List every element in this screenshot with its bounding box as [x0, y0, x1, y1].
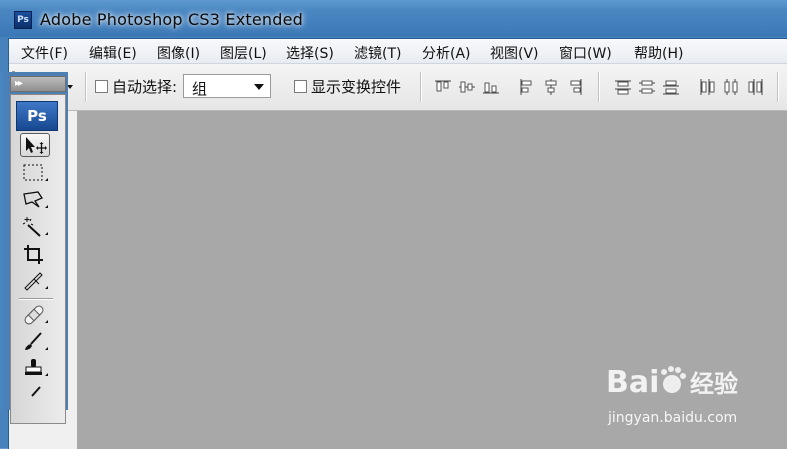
options-bar: 自动选择: 组 显示变换控件 [9, 64, 787, 111]
distribute-bottom-icon[interactable] [661, 77, 681, 97]
magic-wand-tool-button[interactable] [20, 215, 50, 239]
menu-filter[interactable]: 滤镜(T) [354, 43, 401, 63]
stamp-icon [25, 359, 48, 376]
move-tool-button[interactable] [20, 133, 50, 157]
distribute-horizontal-center-icon[interactable] [721, 77, 741, 97]
title-bar[interactable]: Ps Adobe Photoshop CS3 Extended [0, 0, 787, 38]
menu-edit[interactable]: 编辑(E) [89, 43, 137, 63]
baidu-logo-icon: Bai [606, 365, 686, 400]
options-separator [598, 72, 600, 102]
align-top-icon[interactable] [433, 77, 453, 97]
align-horizontal-center-icon[interactable] [541, 77, 561, 97]
crop-icon [24, 245, 43, 264]
photoshop-app-icon[interactable]: Ps [14, 11, 32, 29]
brush-tool-button[interactable] [20, 330, 50, 354]
tools-separator [19, 298, 53, 300]
svg-text:Bai: Bai [606, 365, 659, 400]
auto-select-dropdown[interactable]: 组 [183, 74, 271, 98]
healing-brush-tool-button[interactable] [20, 303, 50, 327]
auto-select-label: 自动选择: [112, 78, 178, 96]
marquee-icon [23, 164, 48, 181]
distribute-top-icon[interactable] [613, 77, 633, 97]
slice-knife-icon [24, 272, 48, 291]
menu-bar: 文件(F) 编辑(E) 图像(I) 图层(L) 选择(S) 滤镜(T) 分析(A… [9, 39, 787, 64]
ps-logo[interactable]: Ps [16, 101, 58, 131]
crop-tool-button[interactable] [20, 242, 50, 266]
options-separator [420, 72, 422, 102]
distribute-right-icon[interactable] [745, 77, 765, 97]
bandage-icon [24, 305, 48, 325]
move-tool-icon [26, 137, 47, 154]
options-separator [85, 72, 87, 102]
history-brush-tool-button[interactable] [20, 383, 50, 407]
collapse-arrows-icon[interactable]: ▸▸ [15, 78, 23, 89]
menu-select[interactable]: 选择(S) [286, 43, 334, 63]
photoshop-window: Ps Adobe Photoshop CS3 Extended 文件(F) 编辑… [0, 0, 787, 449]
jingyan-text: 经验 [690, 370, 738, 398]
align-left-icon[interactable] [517, 77, 537, 97]
window-left-border [0, 72, 2, 410]
lasso-tool-button[interactable] [20, 188, 50, 212]
align-vertical-center-icon[interactable] [457, 77, 477, 97]
menu-analysis[interactable]: 分析(A) [422, 43, 471, 63]
marquee-tool-button[interactable] [20, 161, 50, 185]
menu-view[interactable]: 视图(V) [490, 43, 539, 63]
lasso-icon [23, 191, 48, 208]
align-bottom-icon[interactable] [481, 77, 501, 97]
slice-tool-button[interactable] [20, 269, 50, 293]
menu-window[interactable]: 窗口(W) [559, 43, 612, 63]
auto-select-checkbox[interactable] [95, 80, 108, 93]
menu-help[interactable]: 帮助(H) [634, 43, 683, 63]
magic-wand-icon [22, 217, 48, 237]
menu-image[interactable]: 图像(I) [157, 43, 200, 63]
options-separator [777, 72, 779, 102]
clone-stamp-tool-button[interactable] [20, 356, 50, 380]
align-right-icon[interactable] [565, 77, 585, 97]
auto-select-value: 组 [192, 80, 208, 98]
tools-panel: ▸▸ Ps [7, 72, 68, 424]
brush-icon [25, 332, 48, 350]
show-transform-label: 显示变换控件 [311, 78, 402, 96]
tools-panel-header[interactable]: ▸▸ [10, 76, 66, 92]
dropdown-arrow-icon [254, 84, 264, 90]
history-brush-icon [31, 386, 41, 397]
menu-file[interactable]: 文件(F) [21, 43, 68, 63]
watermark-url: jingyan.baidu.com [608, 410, 738, 426]
show-transform-checkbox[interactable] [294, 80, 307, 93]
distribute-vertical-center-icon[interactable] [637, 77, 657, 97]
tools-panel-body: Ps [10, 94, 66, 424]
baidu-jingyan-watermark: Bai 经验 jingyan.baidu.com [606, 360, 786, 440]
distribute-left-icon[interactable] [697, 77, 717, 97]
window-title: Adobe Photoshop CS3 Extended [40, 10, 304, 29]
menu-layer[interactable]: 图层(L) [220, 43, 267, 63]
